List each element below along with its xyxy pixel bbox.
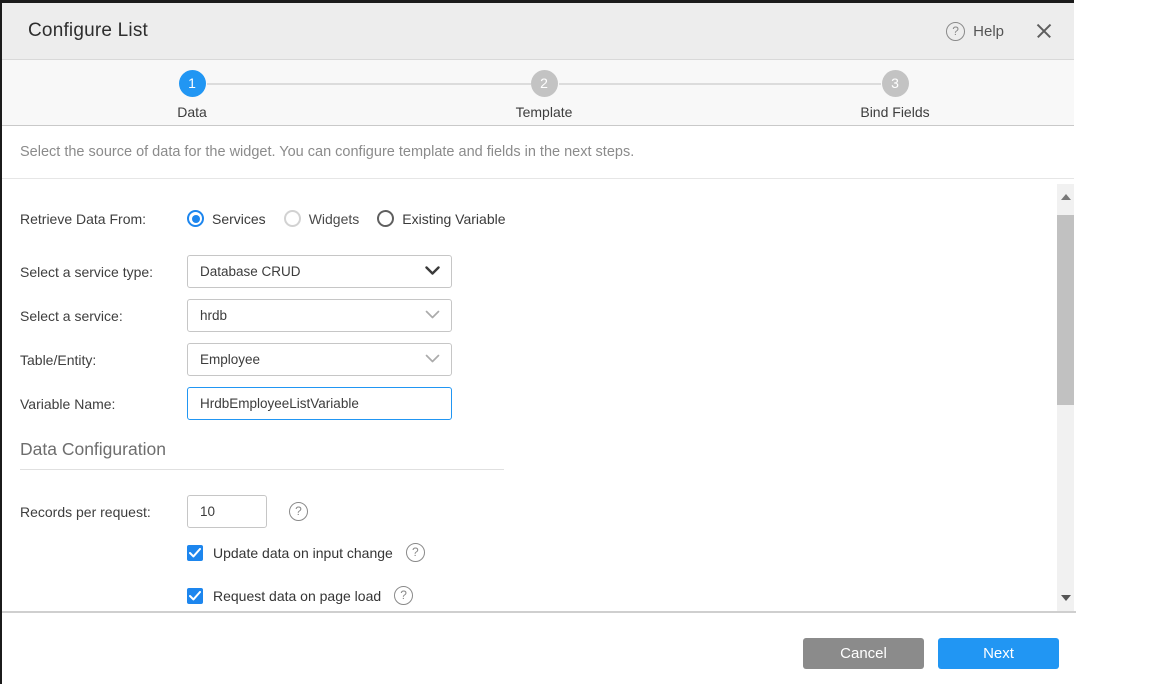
step-label: Template (474, 104, 614, 120)
retrieve-data-radio-group: Services Widgets Existing Variable (187, 210, 506, 227)
radio-selected-icon[interactable] (187, 210, 204, 227)
service-type-select[interactable]: Database CRUD (187, 255, 452, 288)
checkmark-icon (189, 548, 201, 558)
chevron-down-icon (425, 310, 440, 320)
section-divider (20, 469, 504, 470)
scrollbar-thumb[interactable] (1057, 215, 1074, 405)
service-label: Select a service: (20, 308, 187, 324)
radio-unselected-icon[interactable] (284, 210, 301, 227)
cancel-button[interactable]: Cancel (803, 638, 924, 669)
step-number-badge: 2 (531, 70, 558, 97)
update-data-help-question-circle-icon[interactable]: ? (406, 543, 425, 562)
scroll-down-button[interactable] (1057, 585, 1074, 611)
wizard-stepper: 1 Data 2 Template 3 Bind Fields (2, 60, 1074, 126)
checkmark-icon (189, 591, 201, 601)
retrieve-data-from-label: Retrieve Data From: (20, 211, 187, 227)
chevron-down-icon (425, 266, 440, 276)
table-entity-label: Table/Entity: (20, 352, 187, 368)
step-bind-fields[interactable]: 3 Bind Fields (825, 70, 965, 120)
scroll-up-button[interactable] (1057, 184, 1074, 210)
step-number-badge: 1 (179, 70, 206, 97)
data-configuration-heading: Data Configuration (20, 439, 1074, 460)
records-per-request-input[interactable] (187, 495, 267, 528)
help-question-circle-icon[interactable]: ? (946, 22, 965, 41)
records-per-request-label: Records per request: (20, 504, 187, 520)
triangle-down-icon (1061, 595, 1071, 601)
footer-divider (2, 611, 1076, 613)
configure-list-dialog: Configure List ? Help 1 Data 2 Template … (0, 0, 1074, 684)
service-select[interactable]: hrdb (187, 299, 452, 332)
next-button[interactable]: Next (938, 638, 1059, 669)
service-type-label: Select a service type: (20, 264, 187, 280)
step-label: Bind Fields (825, 104, 965, 120)
variable-name-label: Variable Name: (20, 396, 187, 412)
table-entity-select[interactable]: Employee (187, 343, 452, 376)
form-content: Retrieve Data From: Services Widgets Exi… (2, 179, 1074, 606)
step-description-text: Select the source of data for the widget… (20, 144, 634, 160)
update-data-checkbox-label[interactable]: Update data on input change (213, 545, 393, 561)
chevron-down-icon (425, 354, 440, 364)
records-help-question-circle-icon[interactable]: ? (289, 502, 308, 521)
radio-services[interactable]: Services (187, 210, 266, 227)
step-label: Data (122, 104, 262, 120)
close-icon[interactable] (1036, 23, 1052, 39)
step-data[interactable]: 1 Data (122, 70, 262, 120)
radio-widgets[interactable]: Widgets (284, 210, 360, 227)
step-description-bar: Select the source of data for the widget… (2, 126, 1074, 179)
request-data-checkbox-checked[interactable] (187, 588, 203, 604)
dialog-title: Configure List (28, 20, 148, 42)
request-data-checkbox-row: Request data on page load ? (187, 586, 1074, 605)
request-data-checkbox-label[interactable]: Request data on page load (213, 588, 381, 604)
variable-name-input[interactable] (187, 387, 452, 420)
radio-existing-variable[interactable]: Existing Variable (377, 210, 505, 227)
step-number-badge: 3 (882, 70, 909, 97)
dialog-header: Configure List ? Help (2, 3, 1074, 60)
help-link[interactable]: Help (973, 23, 1004, 40)
vertical-scrollbar[interactable] (1057, 184, 1074, 611)
triangle-up-icon (1061, 194, 1071, 200)
request-data-help-question-circle-icon[interactable]: ? (394, 586, 413, 605)
update-data-checkbox-row: Update data on input change ? (187, 543, 1074, 562)
step-template[interactable]: 2 Template (474, 70, 614, 120)
radio-unselected-icon[interactable] (377, 210, 394, 227)
update-data-checkbox-checked[interactable] (187, 545, 203, 561)
